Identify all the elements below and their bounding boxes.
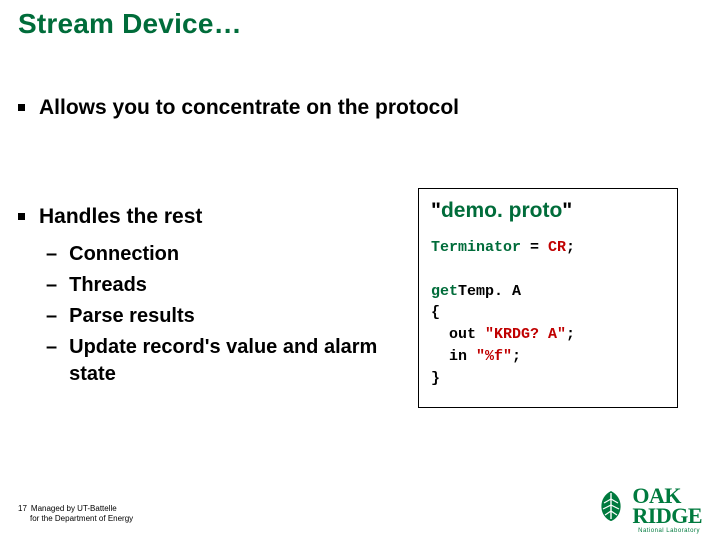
sub-bullet-item: – Parse results (46, 303, 388, 330)
bullet-item: Handles the rest (18, 203, 388, 230)
leaf-icon (596, 489, 626, 523)
sub-bullet-item: – Connection (46, 241, 388, 268)
logo-text-2: RIDGE (632, 503, 702, 528)
dash-icon: – (46, 241, 57, 268)
code-box: "demo. proto" Terminator = CR; getTemp. … (418, 188, 678, 408)
footer: 17 Managed by UT-Battelle for the Departm… (18, 504, 133, 524)
code-text: ; (512, 348, 521, 365)
code-text: in (431, 348, 476, 365)
quote: " (562, 199, 572, 222)
bullet-text: Allows you to concentrate on the protoco… (39, 94, 459, 121)
quote: " (431, 199, 441, 222)
code-brace: } (431, 370, 440, 387)
bullet-dot-icon (18, 213, 25, 220)
code-text: Temp. A (458, 283, 521, 300)
slide: { "title": "Stream Device…", "bullets": … (0, 0, 720, 540)
left-column: Handles the rest – Connection – Threads … (18, 203, 388, 387)
dash-icon: – (46, 303, 57, 330)
code-value: CR (548, 239, 566, 256)
code-listing: Terminator = CR; getTemp. A { out "KRDG?… (431, 237, 665, 389)
page-number: 17 (18, 504, 27, 514)
code-text: = (521, 239, 548, 256)
sub-bullet-text: Update record's value and alarm state (69, 334, 388, 388)
sub-bullet-item: – Update record's value and alarm state (46, 334, 388, 388)
code-string: "KRDG? A" (485, 326, 566, 343)
bullet-item: Allows you to concentrate on the protoco… (18, 94, 702, 121)
footer-line-2: for the Department of Energy (30, 514, 133, 523)
logo-text-block: OAK RIDGE (626, 486, 702, 526)
sub-bullet-item: – Threads (46, 272, 388, 299)
code-keyword: get (431, 283, 458, 300)
proto-filename: demo. proto (441, 199, 562, 222)
slide-title: Stream Device… (18, 8, 242, 40)
code-keyword: Terminator (431, 239, 521, 256)
footer-line-1: Managed by UT-Battelle (31, 504, 117, 513)
oak-ridge-logo: OAK RIDGE (596, 486, 702, 526)
code-text: ; (566, 239, 575, 256)
sub-bullet-list: – Connection – Threads – Parse results –… (46, 241, 388, 388)
code-text: ; (566, 326, 575, 343)
dash-icon: – (46, 334, 57, 361)
sub-bullet-text: Connection (69, 241, 179, 268)
code-brace: { (431, 304, 440, 321)
bullet-dot-icon (18, 104, 25, 111)
logo-subtitle: National Laboratory (638, 528, 700, 534)
code-text: out (431, 326, 485, 343)
code-string: "%f" (476, 348, 512, 365)
dash-icon: – (46, 272, 57, 299)
bullet-text: Handles the rest (39, 203, 202, 230)
sub-bullet-text: Parse results (69, 303, 195, 330)
sub-bullet-text: Threads (69, 272, 147, 299)
code-box-title: "demo. proto" (431, 199, 665, 223)
